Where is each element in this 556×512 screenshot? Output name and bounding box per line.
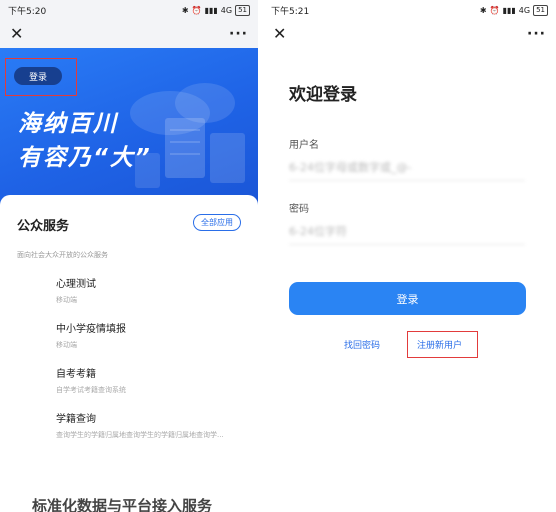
slogan-line-2: 有容乃“大” (18, 145, 152, 171)
highlight-box (5, 58, 77, 96)
left-phone-screen: 下午5:20 ✱ ⏰ ▮▮▮ 4G 51 ✕ ··· 登录 海纳百川 有容乃“大… (0, 0, 258, 512)
hero-banner: 登录 海纳百川 有容乃“大” (0, 48, 258, 208)
close-icon[interactable]: ✕ (10, 26, 23, 42)
forgot-password-link[interactable]: 找回密码 (344, 338, 380, 351)
alarm-icon: ⏰ (489, 5, 500, 15)
service-item-self-exam[interactable]: 自考考籍 自学考试考籍查询系统 (56, 365, 251, 395)
service-name: 心理测试 (56, 279, 96, 290)
more-icon[interactable]: ··· (229, 27, 248, 41)
status-time: 下午5:21 (271, 6, 310, 17)
password-field[interactable]: 6-24位字符 (289, 219, 525, 245)
status-icons: ✱ ⏰ ▮▮▮ 4G 51 (181, 4, 250, 16)
service-name: 中小学疫情填报 (56, 324, 126, 335)
more-icon[interactable]: ··· (527, 27, 546, 41)
bottom-section-heading: 标准化数据与平台接入服务 (32, 497, 213, 512)
nav-bar: ✕ ··· (263, 20, 556, 48)
battery-icon: 51 (533, 4, 548, 16)
service-item-student-status[interactable]: 学籍查询 查询学生的学籍归属地查询学生的学籍归属地查询学... (56, 410, 251, 440)
public-services-card: 公众服务 全部应用 面向社会大众开放的公众服务 心理测试 移动端 中小学疫情填报… (0, 195, 258, 512)
right-phone-screen: 下午5:21 ✱ ⏰ ▮▮▮ 4G 51 ✕ ··· 欢迎登录 用户名 6-24… (263, 0, 556, 512)
network-type: 4G (518, 5, 531, 15)
battery-icon: 51 (235, 4, 250, 16)
network-type: 4G (220, 5, 233, 15)
status-time: 下午5:20 (8, 6, 47, 17)
login-submit-button[interactable]: 登录 (289, 282, 526, 315)
all-apps-button[interactable]: 全部应用 (193, 214, 241, 231)
close-icon[interactable]: ✕ (273, 26, 286, 42)
status-icons: ✱ ⏰ ▮▮▮ 4G 51 (479, 4, 548, 16)
alarm-icon: ⏰ (191, 5, 202, 15)
signal-icon: ▮▮▮ (502, 5, 516, 15)
username-label: 用户名 (289, 140, 319, 151)
service-desc: 移动端 (56, 341, 77, 349)
signal-icon: ▮▮▮ (204, 5, 218, 15)
slogan-line-1: 海纳百川 (18, 111, 118, 137)
status-bar: 下午5:21 ✱ ⏰ ▮▮▮ 4G 51 (263, 0, 556, 20)
bluetooth-icon: ✱ (479, 5, 487, 15)
service-name: 自考考籍 (56, 369, 96, 380)
service-name: 学籍查询 (56, 414, 96, 425)
server-illustration-icon (130, 83, 245, 188)
section-title: 公众服务 (17, 219, 70, 234)
service-item-psych-test[interactable]: 心理测试 移动端 (56, 275, 251, 305)
highlight-box (407, 331, 478, 358)
nav-bar: ✕ ··· (0, 20, 258, 48)
status-bar: 下午5:20 ✱ ⏰ ▮▮▮ 4G 51 (0, 0, 258, 20)
page-title: 欢迎登录 (289, 85, 357, 105)
service-desc: 自学考试考籍查询系统 (56, 386, 126, 394)
password-label: 密码 (289, 204, 309, 215)
service-item-epidemic-report[interactable]: 中小学疫情填报 移动端 (56, 320, 251, 350)
bluetooth-icon: ✱ (181, 5, 189, 15)
service-desc: 移动端 (56, 296, 77, 304)
username-field[interactable]: 6-24位字母或数字或_@- (289, 155, 525, 181)
section-subtitle: 面向社会大众开放的公众服务 (17, 251, 108, 259)
service-desc: 查询学生的学籍归属地查询学生的学籍归属地查询学... (56, 431, 224, 439)
